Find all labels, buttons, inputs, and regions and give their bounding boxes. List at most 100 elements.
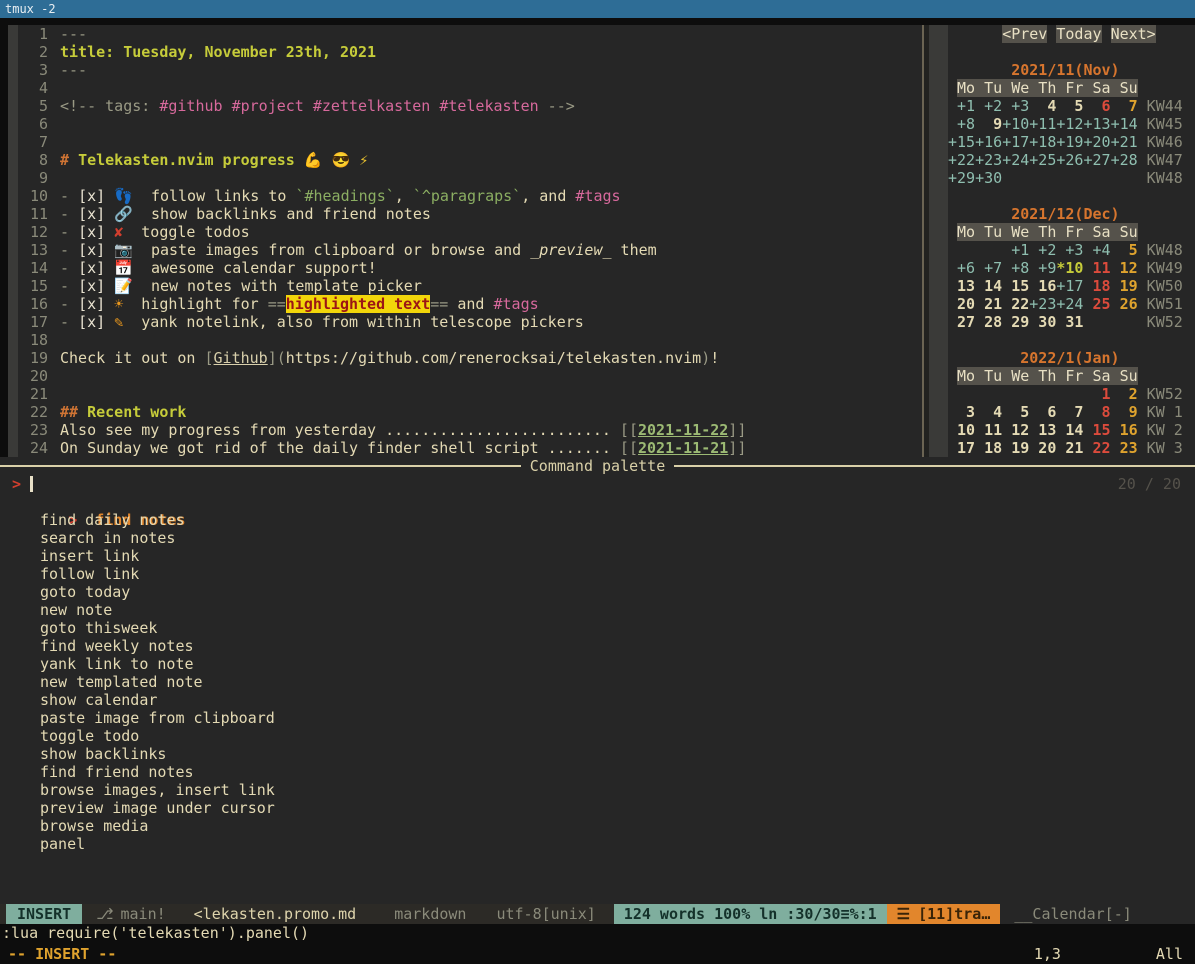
calendar-day[interactable]: +18 [1029,133,1056,151]
palette-item[interactable]: find daily notes [0,511,1195,529]
calendar-day[interactable]: 19 [1002,439,1029,457]
calendar-day[interactable]: +6 [948,259,975,277]
palette-item[interactable]: paste image from clipboard [0,709,1195,727]
calendar-day[interactable]: 11 [1083,259,1110,277]
calendar-day[interactable]: 8 [1083,403,1110,421]
next-button[interactable]: Next> [1111,25,1156,43]
calendar-day[interactable]: +29 [948,169,975,187]
calendar-day[interactable]: +23 [1029,295,1056,313]
calendar-day[interactable]: +20 [1083,133,1110,151]
calendar-day[interactable]: 22 [1083,439,1110,457]
palette-item[interactable]: new templated note [0,673,1195,691]
editor-line[interactable]: 7 [18,133,922,151]
calendar-day[interactable]: +2 [1029,241,1056,259]
calendar-day[interactable]: 4 [1029,97,1056,115]
command-line[interactable]: :lua require('telekasten').panel() [0,924,1195,943]
calendar-day[interactable]: +7 [975,259,1002,277]
calendar-day[interactable]: +19 [1056,133,1083,151]
editor-line[interactable]: 11- [x] 🔗 show backlinks and friend note… [18,205,922,223]
calendar-day[interactable]: 16 [1029,277,1056,295]
calendar-day[interactable]: 21 [975,295,1002,313]
editor-line[interactable]: 12- [x] ✘ toggle todos [18,223,922,241]
calendar-day[interactable]: 5 [1111,241,1138,259]
calendar-day[interactable]: 6 [1029,403,1056,421]
palette-item[interactable]: panel [0,835,1195,853]
editor-line[interactable]: 2title: Tuesday, November 23th, 2021 [18,43,922,61]
calendar-day[interactable]: +25 [1029,151,1056,169]
calendar-day[interactable]: +15 [948,133,975,151]
calendar-day[interactable]: 15 [1002,277,1029,295]
calendar-day[interactable]: 9 [1111,403,1138,421]
calendar-day[interactable]: +1 [948,97,975,115]
palette-item[interactable]: new note [0,601,1195,619]
editor-line[interactable]: 19Check it out on [Github](https://githu… [18,349,922,367]
calendar-day[interactable]: 29 [1002,313,1029,331]
palette-item[interactable]: find friend notes [0,763,1195,781]
calendar-day[interactable]: +2 [975,97,1002,115]
calendar-day[interactable]: +23 [975,151,1002,169]
palette-item[interactable]: search in notes [0,529,1195,547]
calendar-day[interactable]: 21 [1056,439,1083,457]
calendar-day[interactable]: 27 [948,313,975,331]
palette-item[interactable]: goto today [0,583,1195,601]
palette-item[interactable]: toggle todo [0,727,1195,745]
calendar-day[interactable]: +10 [1002,115,1029,133]
editor-line[interactable]: 6 [18,115,922,133]
palette-item[interactable]: yank link to note [0,655,1195,673]
calendar-day[interactable]: +16 [975,133,1002,151]
palette-item[interactable]: preview image under cursor [0,799,1195,817]
calendar-day[interactable]: 1 [1083,385,1110,403]
calendar-day[interactable]: 13 [948,277,975,295]
calendar-day[interactable]: +1 [1002,241,1029,259]
calendar-day[interactable]: +28 [1111,151,1138,169]
calendar-day[interactable]: +4 [1083,241,1110,259]
calendar-day[interactable]: +24 [1056,295,1083,313]
editor-line[interactable]: 8# Telekasten.nvim progress 💪 😎 ⚡ [18,151,922,169]
calendar-day[interactable]: 15 [1083,421,1110,439]
editor-line[interactable]: 18 [18,331,922,349]
palette-item[interactable]: browse media [0,817,1195,835]
palette-item[interactable]: browse images, insert link [0,781,1195,799]
editor-line[interactable]: 10- [x] 👣 follow links to `#headings`, `… [18,187,922,205]
palette-item[interactable]: insert link [0,547,1195,565]
note-link[interactable]: 2021-11-22 [638,421,728,439]
calendar-day[interactable]: +8 [1002,259,1029,277]
calendar-day[interactable]: 5 [1056,97,1083,115]
note-link[interactable]: 2021-11-21 [638,439,728,457]
calendar-day[interactable]: +27 [1083,151,1110,169]
calendar-day[interactable]: 12 [1111,259,1138,277]
prev-button[interactable]: <Prev [1002,25,1047,43]
calendar-day[interactable]: 5 [1002,403,1029,421]
palette-item[interactable]: show calendar [0,691,1195,709]
calendar-day[interactable]: +30 [975,169,1002,187]
calendar-day[interactable]: 18 [1083,277,1110,295]
palette-item[interactable]: show backlinks [0,745,1195,763]
editor-line[interactable]: 20 [18,367,922,385]
editor-line[interactable]: 23Also see my progress from yesterday ..… [18,421,922,439]
editor-line[interactable]: 14- [x] 📅 awesome calendar support! [18,259,922,277]
editor-line[interactable]: 5<!-- tags: #github #project #zettelkast… [18,97,922,115]
calendar-day[interactable]: 6 [1083,97,1110,115]
calendar-day[interactable]: 20 [1029,439,1056,457]
calendar-day[interactable]: 2 [1111,385,1138,403]
calendar-day[interactable]: +11 [1029,115,1056,133]
calendar-day[interactable]: +14 [1111,115,1138,133]
calendar-day[interactable]: 4 [975,403,1002,421]
palette-item-selected[interactable]: >find notes [0,493,1195,511]
calendar-day[interactable]: +9 [1029,259,1056,277]
editor-line[interactable]: 4 [18,79,922,97]
calendar-day[interactable]: 17 [948,439,975,457]
calendar-day[interactable]: 18 [975,439,1002,457]
calendar-day[interactable]: +22 [948,151,975,169]
calendar-day[interactable]: 22 [1002,295,1029,313]
editor-line[interactable]: 9 [18,169,922,187]
calendar-day[interactable]: +24 [1002,151,1029,169]
calendar-day[interactable]: +3 [1002,97,1029,115]
calendar-day[interactable]: +3 [1056,241,1083,259]
editor-line[interactable]: 16- [x] ☀ highlight for ==highlighted te… [18,295,922,313]
editor-line[interactable]: 1--- [18,25,922,43]
editor-line[interactable]: 13- [x] 📷 paste images from clipboard or… [18,241,922,259]
editor-line[interactable]: 15- [x] 📝 new notes with template picker [18,277,922,295]
calendar-day[interactable]: 7 [1111,97,1138,115]
editor-line[interactable]: 24On Sunday we got rid of the daily find… [18,439,922,457]
